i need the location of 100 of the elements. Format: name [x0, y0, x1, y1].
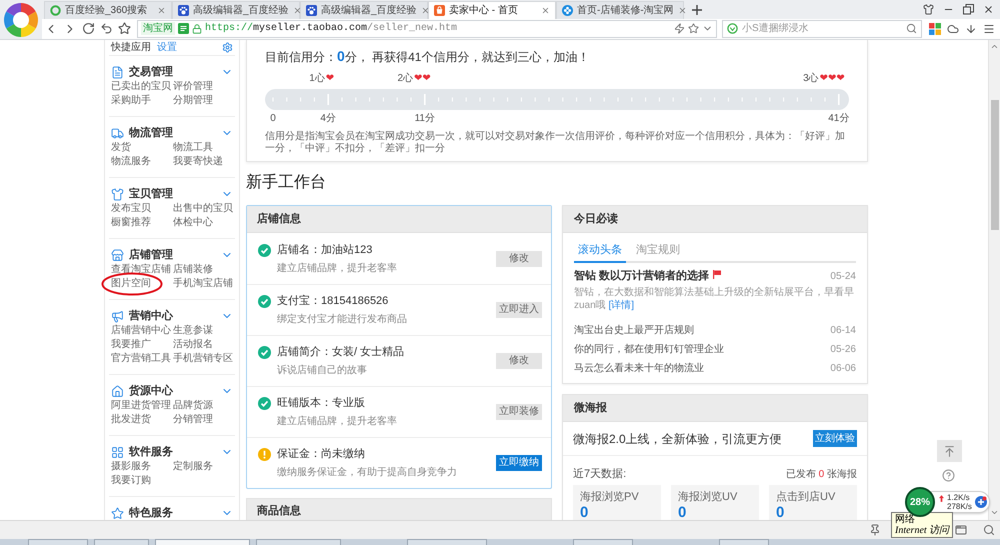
close-icon[interactable]	[678, 6, 687, 15]
close-icon[interactable]	[983, 4, 994, 15]
sidebar-link[interactable]: 我要寄快递	[173, 156, 223, 168]
sidebar-link[interactable]: 手机营销专区	[173, 353, 233, 365]
search-input[interactable]: 小S遭捆绑浸水	[742, 22, 902, 36]
sidebar-link[interactable]: 活动报名	[173, 339, 213, 351]
sidebar-link[interactable]: 我要推广	[111, 339, 151, 351]
sidebar-link[interactable]: 批发进货	[111, 414, 151, 426]
news-tab[interactable]: 滚动头条	[574, 239, 626, 263]
search-bar[interactable]: 小S遭捆绑浸水	[722, 20, 922, 38]
paw-icon	[306, 4, 317, 16]
sidebar-link[interactable]: 评价管理	[173, 81, 213, 93]
settings-icon[interactable]	[222, 42, 233, 53]
browser-tab[interactable]: 高级编辑器_百度经验	[172, 0, 300, 19]
news-link[interactable]: 你的同行，都在使用钉钉管理企业	[574, 342, 724, 357]
upload-speed: 1.2K/s	[947, 493, 971, 502]
browser-tab[interactable]: 高级编辑器_百度经验	[300, 0, 428, 19]
sidebar-link[interactable]: 店铺装修	[173, 264, 213, 276]
close-icon[interactable]	[292, 6, 302, 15]
reload-icon[interactable]	[82, 22, 95, 36]
try-button[interactable]: 立刻体验	[813, 430, 857, 447]
cloud-icon[interactable]	[947, 22, 959, 35]
house-icon	[111, 384, 124, 398]
address-bar[interactable]: 淘宝网 https://myseller.taobao.com/seller_new.htm	[137, 20, 717, 38]
scroll-up-icon[interactable]	[990, 42, 999, 51]
lightning-icon[interactable]	[674, 23, 685, 34]
action-button[interactable]: 立即缴纳	[496, 455, 542, 471]
sidebar-link[interactable]: 品牌货源	[173, 400, 213, 412]
news-link[interactable]: 淘宝出台史上最严开店规则	[574, 323, 694, 338]
action-button[interactable]: 修改	[496, 353, 542, 369]
download-icon[interactable]	[965, 22, 977, 35]
sidebar-link[interactable]: 采购助手	[111, 95, 151, 107]
section-title: 物流管理	[129, 126, 173, 141]
bag-icon	[434, 4, 445, 16]
sidebar-link[interactable]: 出售中的宝贝	[173, 203, 233, 215]
close-icon[interactable]	[541, 6, 550, 15]
browser-tab[interactable]: 首页-店铺装修-淘宝网	[556, 0, 684, 19]
search-icon[interactable]	[983, 524, 995, 536]
window-icon[interactable]	[955, 524, 967, 536]
taskbar-button[interactable]	[155, 539, 250, 545]
check-icon	[258, 244, 271, 256]
sidebar-link[interactable]: 分期管理	[173, 95, 213, 107]
action-button[interactable]: 立即进入	[496, 302, 542, 318]
check-icon	[258, 346, 271, 359]
sidebar-link[interactable]: 发布宝贝	[111, 203, 151, 215]
menu-icon[interactable]	[983, 22, 995, 35]
news-date: 06-14	[830, 324, 856, 338]
pin-icon[interactable]	[869, 524, 881, 536]
scroll-down-icon[interactable]	[990, 508, 999, 517]
sidebar-link[interactable]: 体检中心	[173, 217, 213, 229]
site-badge: 淘宝网	[141, 22, 175, 36]
action-button[interactable]: 修改	[496, 250, 542, 266]
hearts: ❤	[326, 73, 334, 85]
sidebar-link[interactable]: 生意参谋	[173, 325, 213, 337]
browser-tab[interactable]: 百度经验_360搜索	[44, 0, 172, 19]
search-icon[interactable]	[906, 23, 917, 34]
apps-grid-icon[interactable]	[929, 22, 941, 35]
sidebar-link[interactable]: 发货	[111, 142, 131, 154]
browser-logo[interactable]	[3, 2, 39, 38]
sidebar-link[interactable]: 查看淘宝店铺	[111, 264, 171, 276]
milestone-label: 3心	[803, 73, 819, 85]
sidebar-link[interactable]: 摄影服务	[111, 461, 151, 473]
news-date: 05-26	[830, 343, 856, 357]
sidebar-link[interactable]: 已卖出的宝贝	[111, 81, 171, 93]
sidebar-link[interactable]: 阿里进货管理	[111, 400, 171, 412]
sidebar-link[interactable]: 物流服务	[111, 156, 151, 168]
shirt-icon	[111, 188, 124, 200]
skin-icon[interactable]	[923, 4, 934, 15]
plus-icon[interactable]	[974, 496, 987, 508]
details-link[interactable]: [详情]	[608, 300, 634, 311]
sidebar-link[interactable]: 物流工具	[173, 142, 213, 154]
sidebar-link[interactable]: 橱窗推荐	[111, 217, 151, 229]
sidebar-link[interactable]: 官方营销工具	[111, 353, 171, 365]
help-icon[interactable]	[942, 469, 955, 482]
period-label: 近7天数据:	[573, 466, 626, 482]
close-icon[interactable]	[157, 6, 166, 15]
grid-icon	[111, 446, 124, 458]
restore-icon[interactable]	[963, 4, 974, 15]
undo-icon[interactable]	[100, 22, 113, 36]
sidebar-link[interactable]: 定制服务	[173, 461, 213, 473]
close-icon[interactable]	[420, 6, 430, 15]
url-text[interactable]: https://myseller.taobao.com/seller_new.htm	[205, 21, 458, 36]
settings-link[interactable]: 设置	[157, 40, 177, 55]
sidebar-link[interactable]: 手机淘宝店铺	[173, 278, 233, 290]
flag-icon	[713, 270, 722, 279]
sidebar-link[interactable]: 分销管理	[173, 414, 213, 426]
browser-tab[interactable]: 卖家中心 - 首页	[428, 0, 556, 19]
tooltip-text: Internet 访问	[895, 525, 950, 536]
star-icon[interactable]	[118, 22, 131, 36]
megaphone-icon	[111, 310, 124, 322]
plus-icon[interactable]	[692, 4, 702, 15]
back-to-top-button[interactable]	[937, 440, 962, 462]
circle-chevron-icon	[727, 23, 738, 34]
action-button[interactable]: 立即装修	[496, 404, 542, 420]
star-icon[interactable]	[688, 23, 699, 34]
scroll-thumb[interactable]	[990, 100, 998, 230]
news-link[interactable]: 马云怎么看未来十年的物流业	[574, 361, 704, 376]
sidebar-link[interactable]: 我要订购	[111, 475, 151, 487]
headline-link[interactable]: 智钻 数以万计营销者的选择	[574, 268, 710, 285]
sidebar-link[interactable]: 店铺营销中心	[111, 325, 171, 337]
